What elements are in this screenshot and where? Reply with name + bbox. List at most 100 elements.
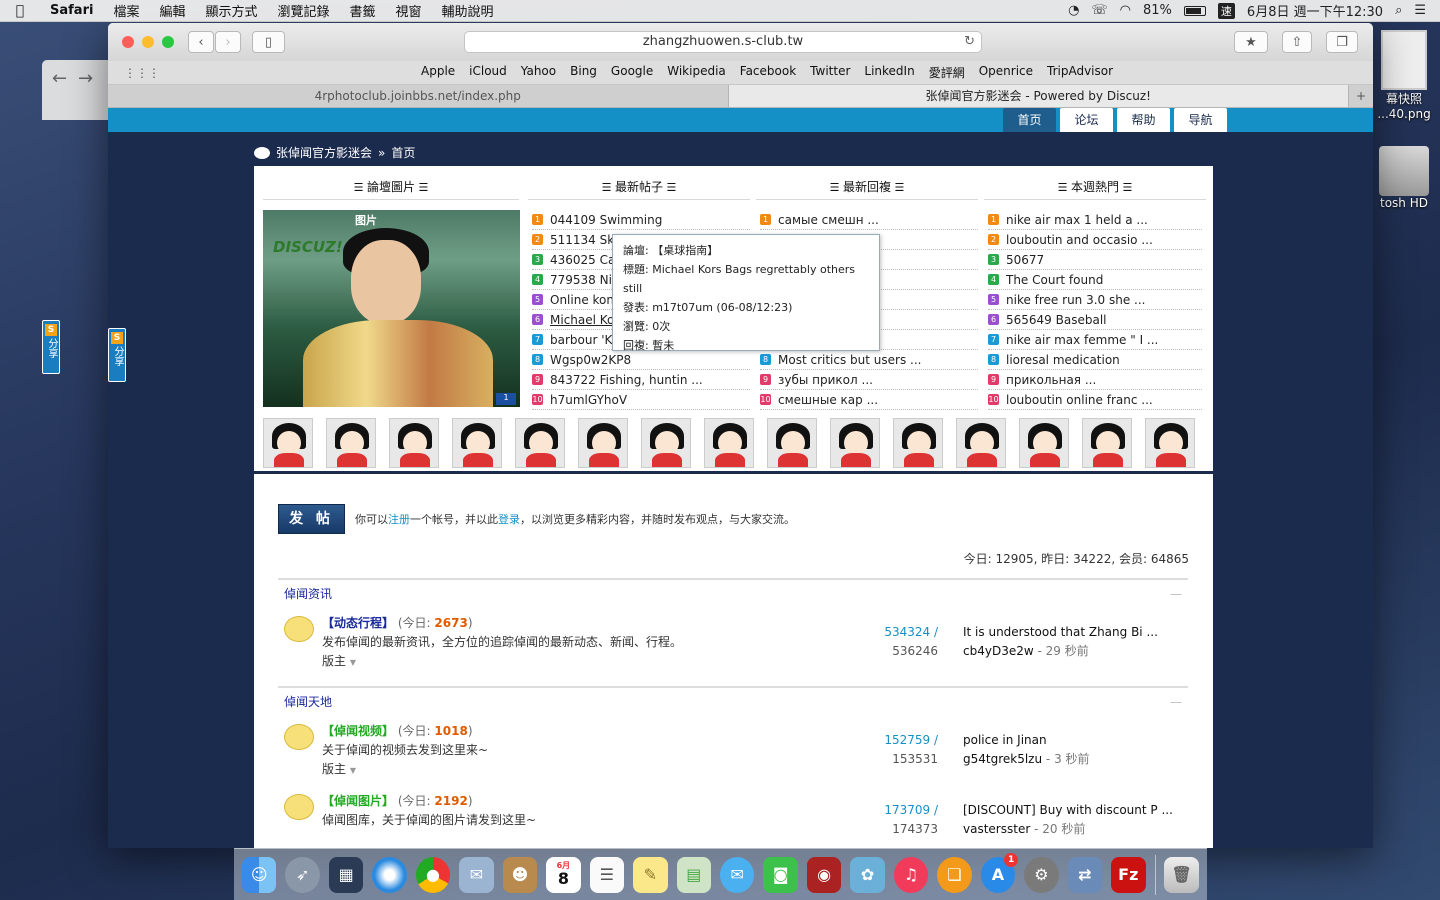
member-avatar[interactable]	[1019, 418, 1069, 468]
fav-openrice[interactable]: Openrice	[972, 64, 1040, 81]
reader-bookmark-icon[interactable]: ★	[1234, 31, 1268, 53]
nav-help[interactable]: 帮助	[1117, 108, 1170, 132]
calendar-icon[interactable]: 6月 8	[546, 856, 581, 893]
member-avatar[interactable]	[452, 418, 502, 468]
share-widget[interactable]: S 分享	[108, 328, 126, 382]
nav-navigation[interactable]: 导航	[1174, 108, 1227, 132]
contacts-icon[interactable]: ☻	[502, 856, 538, 893]
latest-reply-title[interactable]: самые смешн ...	[778, 210, 879, 229]
latest-post-title[interactable]: 843722 Fishing, huntin ...	[550, 370, 703, 389]
fav-apple[interactable]: Apple	[414, 64, 462, 81]
weekly-hot-title[interactable]: 565649 Baseball	[1006, 310, 1106, 329]
wifi-icon[interactable]: ◠	[1120, 3, 1131, 18]
launchpad-icon[interactable]: ➶	[285, 856, 320, 893]
thread-count[interactable]: 173709 /	[884, 803, 938, 817]
battery-percent[interactable]: 81%	[1143, 3, 1172, 18]
weekly-hot-title[interactable]: nike free run 3.0 she ...	[1006, 290, 1146, 309]
tab-4rphotoclub[interactable]: 4rphotoclub.joinbbs.net/index.php	[108, 85, 729, 107]
back-button[interactable]: ‹	[188, 31, 214, 53]
last-post-user[interactable]: g54tgrek5lzu	[963, 752, 1042, 766]
latest-post-item[interactable]: 10 h7umlGYhoV	[532, 390, 750, 410]
section-title-text[interactable]: 倬闻天地	[284, 695, 332, 709]
fav-google[interactable]: Google	[604, 64, 660, 81]
preview-icon[interactable]: ▤	[676, 856, 711, 893]
member-avatar[interactable]	[1145, 418, 1195, 468]
fav-wikipedia[interactable]: Wikipedia	[660, 64, 733, 81]
login-link[interactable]: 登录	[498, 513, 520, 526]
member-avatar[interactable]	[641, 418, 691, 468]
photos-icon[interactable]: ✿	[850, 856, 885, 893]
tab-zhangzhuowen[interactable]: 张倬闻官方影迷会 - Powered by Discuz!	[728, 85, 1349, 107]
latest-reply-item[interactable]: 1 самые смешн ...	[760, 210, 978, 230]
collapse-icon[interactable]: —	[1170, 580, 1182, 608]
weekly-hot-item[interactable]: 8 lioresal medication	[988, 350, 1202, 370]
member-avatar[interactable]	[263, 418, 313, 468]
desktop-hard-disk[interactable]: tosh HD	[1368, 146, 1440, 210]
latest-reply-title[interactable]: смешные кар ...	[778, 390, 878, 409]
menu-window[interactable]: 視窗	[386, 1, 432, 20]
forum-name-link[interactable]: 【动态行程】	[322, 616, 394, 630]
tab-overview-icon[interactable]: ❐	[1326, 31, 1358, 53]
share-widget-left[interactable]: S 分享	[42, 320, 60, 374]
weekly-hot-item[interactable]: 2 louboutin and occasio ...	[988, 230, 1202, 250]
latest-reply-title[interactable]: зубы прикол ...	[778, 370, 873, 389]
weekly-hot-title[interactable]: прикольная ...	[1006, 370, 1096, 389]
app-store-icon[interactable]: A1	[980, 852, 1019, 893]
weekly-hot-item[interactable]: 10 louboutin online franc ...	[988, 390, 1202, 410]
last-post-user[interactable]: vastersster	[963, 822, 1030, 836]
collapse-icon[interactable]: —	[1170, 688, 1182, 716]
apple-menu-icon[interactable]: 	[0, 3, 40, 19]
menu-app-name[interactable]: Safari	[40, 3, 103, 18]
fav-linkedin[interactable]: LinkedIn	[857, 64, 921, 81]
weekly-hot-item[interactable]: 4 The Court found	[988, 270, 1202, 290]
ibooks-icon[interactable]: ❑	[937, 856, 972, 893]
clock[interactable]: 6月8日 週一下午12:30	[1247, 1, 1383, 20]
weekly-hot-title[interactable]: lioresal medication	[1006, 350, 1120, 369]
member-avatar[interactable]	[956, 418, 1006, 468]
minimize-window-button[interactable]	[142, 36, 154, 48]
itunes-icon[interactable]: ♫	[893, 856, 929, 893]
menu-help[interactable]: 輔助說明	[432, 1, 504, 20]
forum-name-link[interactable]: 【倬闻图片】	[322, 794, 394, 808]
finder-icon[interactable]: ☺	[242, 856, 277, 893]
latest-post-title[interactable]: Online kon	[550, 290, 614, 309]
phone-icon[interactable]: ☏	[1091, 3, 1107, 18]
section-title-text[interactable]: 倬闻资讯	[284, 587, 332, 601]
latest-post-title[interactable]: h7umlGYhoV	[550, 390, 627, 409]
latest-post-title[interactable]: 436025 Ca	[550, 250, 615, 269]
system-preferences-icon[interactable]: ⚙	[1024, 856, 1059, 893]
breadcrumb-home[interactable]: 张倬闻官方影迷会	[276, 144, 372, 161]
filezilla-icon[interactable]: Fz	[1111, 856, 1146, 893]
input-method-icon[interactable]: 速	[1217, 2, 1235, 19]
last-post-title[interactable]: [DISCOUNT] Buy with discount P ...	[963, 801, 1173, 820]
migration-icon[interactable]: ⇄	[1067, 856, 1103, 893]
last-post-title[interactable]: It is understood that Zhang Bi ...	[963, 623, 1158, 642]
nav-home[interactable]: 首页	[1003, 108, 1056, 132]
thread-count[interactable]: 534324 /	[884, 625, 938, 639]
latest-post-title[interactable]: Michael Ko	[550, 310, 614, 329]
sidebar-toggle-icon[interactable]: ▯	[252, 31, 285, 53]
forward-button[interactable]: ›	[215, 31, 241, 53]
latest-post-title[interactable]: 044109 Swimming	[550, 210, 662, 229]
weekly-hot-title[interactable]: nike air max 1 held a ...	[1006, 210, 1148, 229]
menu-edit[interactable]: 編輯	[149, 1, 195, 20]
member-avatar[interactable]	[515, 418, 565, 468]
section-title[interactable]: 倬闻资讯 —	[278, 578, 1188, 606]
latest-reply-item[interactable]: 9 зубы прикол ...	[760, 370, 978, 390]
safari-icon[interactable]: ✧	[372, 856, 407, 893]
new-tab-plus-icon[interactable]: +	[1349, 85, 1373, 107]
latest-post-item[interactable]: 1 044109 Swimming	[532, 210, 750, 230]
desktop-screenshot-file[interactable]: 幕快照 ...40.png	[1368, 30, 1440, 121]
battery-icon[interactable]	[1183, 5, 1206, 16]
fav-yahoo[interactable]: Yahoo	[514, 64, 563, 81]
weekly-hot-item[interactable]: 6 565649 Baseball	[988, 310, 1202, 330]
weekly-hot-title[interactable]: louboutin and occasio ...	[1006, 230, 1153, 249]
nav-forum[interactable]: 论坛	[1060, 108, 1113, 132]
fav-icloud[interactable]: iCloud	[462, 64, 514, 81]
section-title[interactable]: 倬闻天地 —	[278, 686, 1188, 714]
fav-aipingwang[interactable]: 愛評網	[922, 64, 972, 81]
zoom-window-button[interactable]	[162, 36, 174, 48]
member-avatar[interactable]	[389, 418, 439, 468]
time-machine-icon[interactable]: ◔	[1068, 3, 1079, 18]
chrome-icon[interactable]: ●	[415, 856, 451, 893]
